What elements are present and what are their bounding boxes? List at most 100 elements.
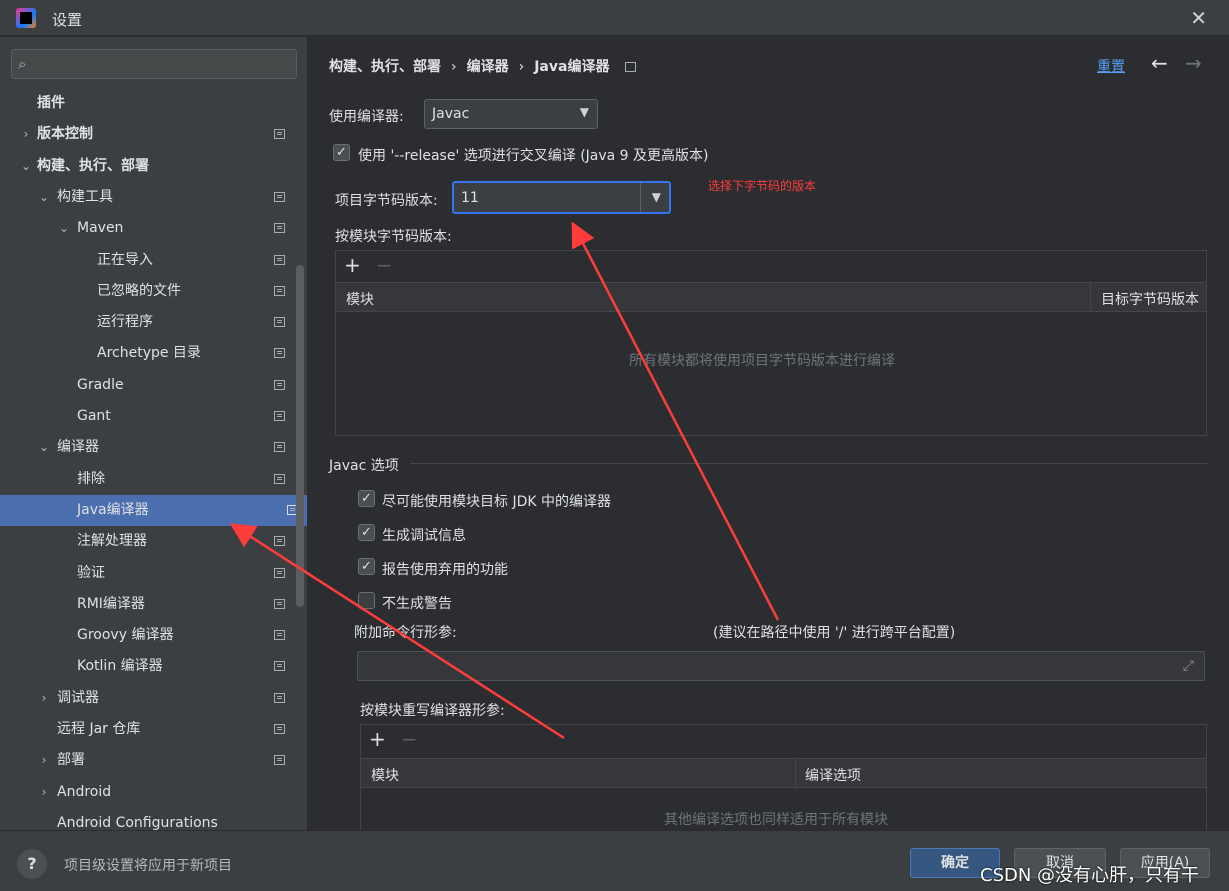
sidebar-item[interactable]: Gant (0, 401, 294, 432)
breadcrumb-separator: › (451, 59, 457, 75)
sidebar-item[interactable]: Java编译器 (0, 494, 307, 526)
sidebar-item-label: Maven (77, 220, 124, 237)
title-bar: 设置 ✕ (0, 0, 1229, 36)
per-module-bytecode-table: + − 模块 目标字节码版本 所有模块都将使用项目字节码版本进行编译 (335, 250, 1207, 436)
sidebar-item-label: 构建、执行、部署 (37, 157, 149, 174)
project-scope-icon (274, 473, 285, 484)
combo-divider (640, 183, 641, 212)
close-icon[interactable]: ✕ (1190, 6, 1207, 30)
sidebar-item-label: Groovy 编译器 (77, 627, 174, 644)
sidebar-item-label: 验证 (77, 564, 105, 581)
sidebar-item-label: 插件 (37, 95, 65, 111)
sidebar-item[interactable]: 注解处理器 (0, 526, 294, 557)
option-label: 报告使用弃用的功能 (382, 562, 508, 578)
option-checkbox[interactable]: ✓ (358, 490, 375, 507)
sidebar-item[interactable]: Android Configurations (0, 808, 294, 830)
breadcrumb-separator: › (518, 59, 525, 75)
breadcrumb-item[interactable]: 编译器 (467, 59, 509, 75)
reset-link[interactable]: 重置 (1097, 56, 1125, 76)
bytecode-version-label: 项目字节码版本: (335, 193, 438, 209)
sidebar-item[interactable]: Gradle (0, 370, 294, 401)
breadcrumb-item: Java编译器 (534, 59, 610, 75)
sidebar-item-label: Gant (77, 408, 111, 424)
extra-args-input[interactable]: ⤢ (357, 651, 1205, 681)
sidebar-item[interactable]: 远程 Jar 仓库 (0, 714, 294, 745)
sidebar-item[interactable]: ⌄ Maven (0, 213, 294, 244)
sidebar-item-label: RMI编译器 (77, 595, 145, 612)
main-panel: 构建、执行、部署 › 编译器 › Java编译器 重置 ← → 使用编译器: Javac… (307, 37, 1229, 830)
sidebar-item[interactable]: ⌄ 构建工具 (0, 182, 294, 213)
column-header-target[interactable]: 目标字节码版本 (1101, 289, 1199, 309)
project-scope-icon (274, 442, 285, 453)
sidebar-item[interactable]: › 调试器 (0, 683, 294, 714)
sidebar-item[interactable]: ⌄ 编译器 (0, 432, 294, 463)
dialog-footer: ? 项目级设置将应用于新项目 确定 取消 应用(A) CSDN @没有心肝，只有… (0, 830, 1229, 891)
sidebar-item[interactable]: › 部署 (0, 745, 294, 776)
sidebar-item[interactable]: › 版本控制 (0, 119, 294, 150)
compiler-select-value: Javac (432, 106, 470, 122)
compiler-select[interactable]: Javac ▼ (424, 99, 598, 129)
sidebar-item-label: Archetype 目录 (97, 345, 201, 362)
option-checkbox[interactable]: ✓ (358, 558, 375, 575)
help-button[interactable]: ? (17, 849, 47, 879)
chevron-right-icon[interactable]: › (37, 683, 51, 714)
column-header-options[interactable]: 编译选项 (805, 765, 861, 785)
remove-icon[interactable]: − (401, 727, 418, 751)
sidebar-item[interactable]: 已忽略的文件 (0, 276, 294, 307)
chevron-right-icon[interactable]: › (37, 777, 51, 808)
chevron-down-icon[interactable]: ⌄ (37, 432, 51, 463)
sidebar-item[interactable]: 插件 (0, 88, 294, 119)
back-arrow-icon[interactable]: ← (1151, 51, 1168, 75)
option-checkbox[interactable] (358, 592, 375, 609)
sidebar-item[interactable]: RMI编译器 (0, 589, 294, 620)
expand-icon[interactable]: ⤢ (1183, 658, 1194, 674)
chevron-down-icon[interactable]: ⌄ (37, 182, 51, 213)
sidebar-item-label: Android (57, 783, 112, 800)
project-scope-icon (274, 755, 285, 766)
extra-args-label: 附加命令行形参: (354, 625, 457, 641)
sidebar-item[interactable]: Archetype 目录 (0, 338, 294, 369)
sidebar-item-label: 部署 (57, 752, 85, 769)
project-scope-icon (274, 692, 285, 703)
add-icon[interactable]: + (344, 253, 361, 277)
sidebar-item[interactable]: Kotlin 编译器 (0, 651, 294, 682)
option-checkbox[interactable]: ✓ (358, 524, 375, 541)
remove-icon[interactable]: − (376, 253, 393, 277)
sidebar-item[interactable]: 排除 (0, 464, 294, 495)
sidebar-item-label: 调试器 (57, 689, 99, 706)
project-scope-icon (274, 536, 285, 547)
column-header-module[interactable]: 模块 (346, 289, 374, 309)
column-divider[interactable] (795, 759, 796, 789)
project-scope-icon (274, 411, 285, 421)
chevron-right-icon[interactable]: › (19, 119, 33, 150)
section-divider (410, 463, 1207, 464)
forward-arrow-icon[interactable]: → (1185, 51, 1202, 75)
column-divider[interactable] (1090, 283, 1091, 313)
sidebar-item-label: 运行程序 (97, 314, 153, 331)
project-scope-icon (274, 317, 285, 328)
project-scope-icon (274, 724, 285, 734)
javac-section-title: Javac 选项 (329, 458, 399, 474)
sidebar-item[interactable]: ⌄ 构建、执行、部署 (0, 151, 294, 182)
sidebar-item[interactable]: 正在导入 (0, 245, 294, 276)
sidebar-item[interactable]: › Android (0, 777, 294, 808)
chevron-right-icon[interactable]: › (37, 745, 51, 776)
override-args-table: + − 模块 编译选项 其他编译选项也同样适用于所有模块 (360, 724, 1207, 830)
search-input[interactable]: ⌕ (11, 49, 297, 79)
chevron-down-icon[interactable]: ⌄ (19, 151, 33, 182)
add-icon[interactable]: + (369, 727, 386, 751)
footer-hint: 项目级设置将应用于新项目 (64, 858, 232, 874)
sidebar-item-label: 远程 Jar 仓库 (57, 721, 141, 737)
project-scope-icon (274, 348, 285, 359)
sidebar-item-label: 注解处理器 (77, 533, 147, 550)
bytecode-version-select[interactable]: 11 ▼ (452, 181, 671, 214)
release-option-checkbox[interactable]: ✓ (333, 144, 350, 161)
breadcrumb-item[interactable]: 构建、执行、部署 (329, 59, 441, 75)
sidebar-item[interactable]: 运行程序 (0, 307, 294, 338)
sidebar-item[interactable]: 验证 (0, 558, 294, 589)
sidebar-item[interactable]: Groovy 编译器 (0, 620, 294, 651)
chevron-down-icon[interactable]: ⌄ (57, 213, 71, 244)
sidebar-scrollbar[interactable] (296, 265, 304, 607)
project-scope-icon (274, 379, 285, 390)
column-header-module[interactable]: 模块 (371, 765, 399, 785)
